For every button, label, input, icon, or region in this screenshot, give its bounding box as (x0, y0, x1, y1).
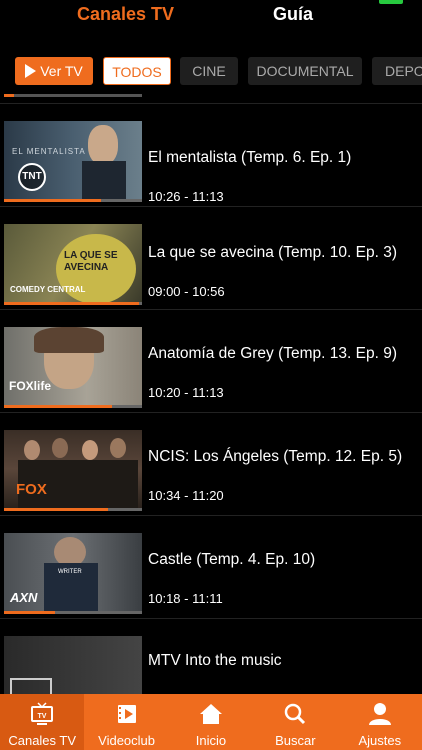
list-item[interactable]: WRITER AXN Castle (Temp. 4. Ep. 10) 10:1… (0, 515, 422, 618)
program-list: EL MENTALISTA TNT El mentalista (Temp. 6… (0, 92, 422, 694)
program-thumbnail: FOX (4, 430, 142, 508)
tab-label: Inicio (195, 733, 227, 748)
list-item[interactable]: MTV Into the music (0, 618, 422, 694)
channel-logo: FOXlife (9, 379, 52, 393)
program-title: Anatomía de Grey (Temp. 13. Ep. 9) (148, 345, 397, 362)
ver-tv-label: Ver TV (40, 63, 83, 79)
progress-bar (4, 199, 142, 202)
program-title: Castle (Temp. 4. Ep. 10) (148, 551, 316, 568)
film-icon (117, 705, 136, 723)
tab-inicio[interactable]: Inicio (169, 694, 253, 750)
filter-todos[interactable]: TODOS (103, 57, 171, 85)
user-icon (368, 703, 391, 725)
progress-bar (4, 405, 142, 408)
program-title: La que se avecina (Temp. 10. Ep. 3) (148, 244, 398, 261)
program-title: MTV Into the music (148, 652, 282, 669)
list-item[interactable]: LA QUE SE AVECINA COMEDY CENTRAL La que … (0, 206, 422, 309)
program-time: 09:00 - 10:56 (148, 284, 225, 299)
bottom-tab-bar: TV Canales TV Videoclub Inicio Buscar Aj… (0, 694, 422, 750)
channel-logo: AXN (10, 590, 38, 605)
progress-bar (4, 508, 142, 511)
program-time: 10:18 - 11:11 (148, 591, 223, 606)
program-thumbnail: WRITER AXN (4, 533, 142, 611)
tv-icon: TV (31, 702, 54, 725)
program-thumbnail (4, 636, 142, 694)
tab-guia[interactable]: Guía (273, 4, 313, 25)
program-time: 10:34 - 11:20 (148, 488, 224, 503)
list-item[interactable]: FOX NCIS: Los Ángeles (Temp. 12. Ep. 5) … (0, 412, 422, 515)
progress-bar (4, 302, 142, 305)
tab-label: Buscar (275, 733, 316, 748)
previous-item-progress (4, 94, 142, 97)
list-item[interactable]: FOXlife Anatomía de Grey (Temp. 13. Ep. … (0, 309, 422, 412)
tab-label: Ajustes (358, 733, 402, 748)
channel-logo: FOX (16, 481, 47, 498)
program-title: NCIS: Los Ángeles (Temp. 12. Ep. 5) (148, 448, 403, 465)
filter-documental[interactable]: DOCUMENTAL (248, 57, 362, 85)
filter-cine[interactable]: CINE (180, 57, 238, 85)
play-icon (25, 64, 37, 78)
ver-tv-button[interactable]: Ver TV (15, 57, 93, 85)
tab-buscar[interactable]: Buscar (253, 694, 337, 750)
progress-bar (4, 611, 142, 614)
channel-logo: COMEDY CENTRAL (10, 285, 86, 294)
tab-ajustes[interactable]: Ajustes (338, 694, 422, 750)
tab-videoclub[interactable]: Videoclub (84, 694, 168, 750)
tab-canales-tv-bottom[interactable]: TV Canales TV (0, 694, 85, 750)
thumbnail-title: EL MENTALISTA (12, 147, 86, 156)
search-icon (285, 703, 306, 725)
program-time: 10:20 - 11:13 (148, 385, 224, 400)
program-time: 10:26 - 11:13 (148, 189, 224, 204)
program-thumbnail: EL MENTALISTA TNT (4, 121, 142, 199)
svg-text:TV: TV (38, 713, 47, 720)
status-indicator (379, 0, 403, 4)
program-thumbnail: FOXlife (4, 327, 142, 405)
list-item[interactable]: EL MENTALISTA TNT El mentalista (Temp. 6… (0, 103, 422, 206)
home-icon (199, 704, 222, 724)
filter-deportes[interactable]: DEPO (372, 57, 422, 85)
channel-logo: TNT (18, 163, 46, 191)
tab-label: Canales TV (8, 733, 77, 748)
thumbnail-title: LA QUE SE AVECINA (64, 250, 118, 273)
filter-bar: Ver TV TODOS CINE DOCUMENTAL DEPO (0, 57, 422, 87)
top-tabs: Canales TV Guía (0, 0, 422, 36)
tab-canales-tv[interactable]: Canales TV (77, 4, 174, 25)
tab-label: Videoclub (98, 733, 156, 748)
program-title: El mentalista (Temp. 6. Ep. 1) (148, 149, 352, 166)
program-thumbnail: LA QUE SE AVECINA COMEDY CENTRAL (4, 224, 142, 302)
